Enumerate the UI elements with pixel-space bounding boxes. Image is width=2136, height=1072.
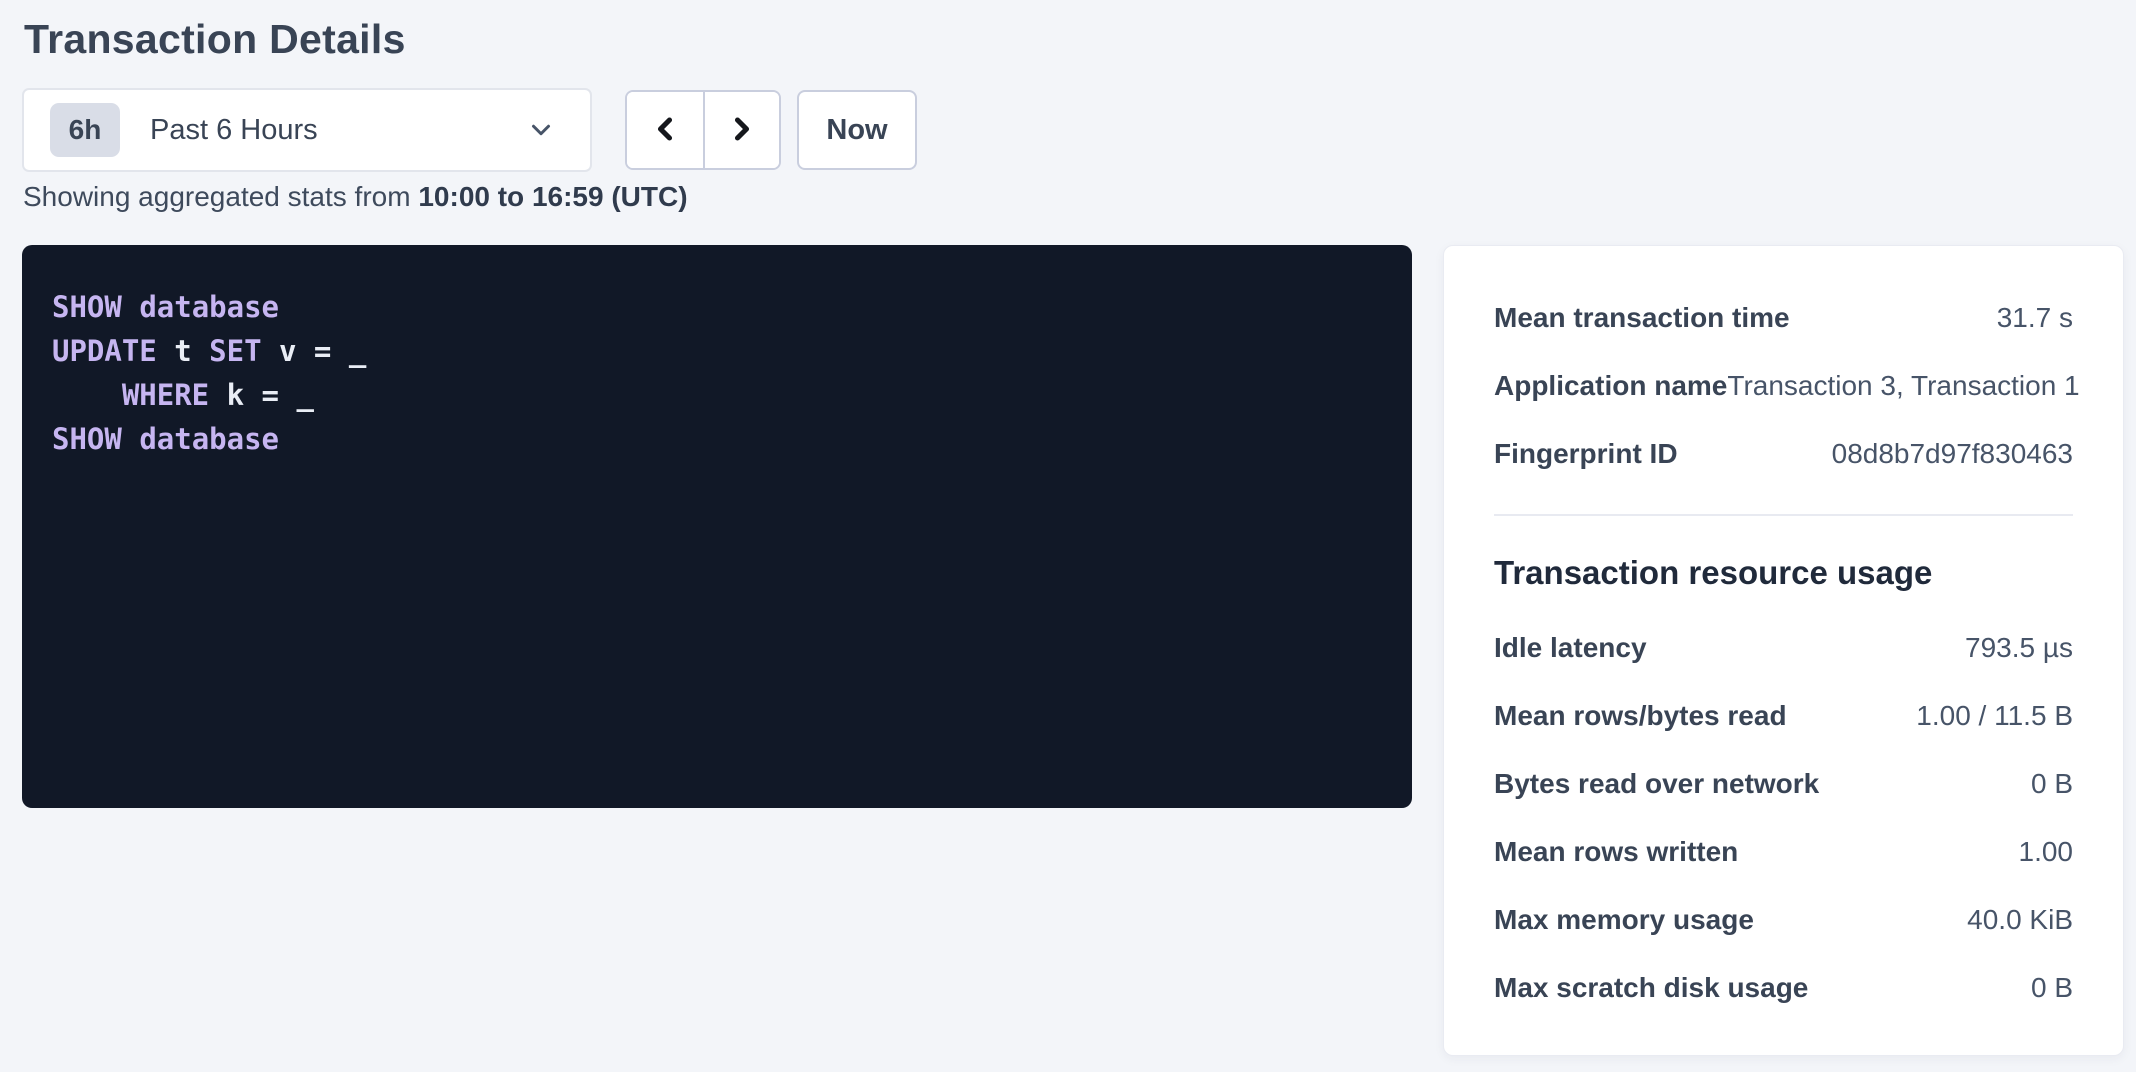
stat-value: 793.5 µs — [1965, 632, 2073, 664]
time-range-dropdown[interactable]: 6h Past 6 Hours — [22, 88, 592, 172]
sql-line: SHOW database — [52, 285, 1382, 329]
sql-code: SHOW databaseUPDATE t SET v = _ WHERE k … — [52, 285, 1382, 461]
aggregated-stats-summary: Showing aggregated stats from 10:00 to 1… — [23, 180, 688, 214]
stat-value: 0 B — [2031, 972, 2073, 1004]
chevron-down-icon — [526, 115, 556, 145]
stat-label: Fingerprint ID — [1494, 438, 1678, 470]
stat-label: Application name — [1494, 370, 1727, 402]
stat-label: Bytes read over network — [1494, 768, 1819, 800]
time-step-button-group — [625, 90, 781, 170]
time-controls: 6h Past 6 Hours Now — [22, 88, 917, 172]
stat-label: Max scratch disk usage — [1494, 972, 1808, 1004]
stat-row-application-name: Application name Transaction 3, Transact… — [1494, 352, 2073, 420]
stat-row-fingerprint-id: Fingerprint ID 08d8b7d97f830463 — [1494, 420, 2073, 488]
stat-label: Mean transaction time — [1494, 302, 1790, 334]
card-divider — [1494, 514, 2073, 516]
stat-row-max-memory-usage: Max memory usage 40.0 KiB — [1494, 886, 2073, 954]
sql-line: UPDATE t SET v = _ — [52, 329, 1382, 373]
stat-row-mean-rows-written: Mean rows written 1.00 — [1494, 818, 2073, 886]
stat-value: 1.00 — [2019, 836, 2074, 868]
transaction-stats-card: Mean transaction time 31.7 s Application… — [1443, 245, 2124, 1056]
sql-line: SHOW database — [52, 417, 1382, 461]
stat-label: Max memory usage — [1494, 904, 1754, 936]
chevron-left-icon — [647, 111, 683, 150]
chevron-right-icon — [724, 111, 760, 150]
time-range-badge: 6h — [50, 103, 120, 157]
stat-value: 40.0 KiB — [1967, 904, 2073, 936]
summary-range: 10:00 to 16:59 (UTC) — [418, 181, 687, 212]
sql-line: WHERE k = _ — [52, 373, 1382, 417]
stat-value: 08d8b7d97f830463 — [1832, 438, 2073, 470]
stat-row-mean-rows-bytes-read: Mean rows/bytes read 1.00 / 11.5 B — [1494, 682, 2073, 750]
stat-value: Transaction 3, Transaction 1 — [1727, 370, 2079, 402]
stat-value: 0 B — [2031, 768, 2073, 800]
next-timeframe-button[interactable] — [703, 92, 779, 168]
page-title: Transaction Details — [24, 14, 406, 64]
stat-label: Idle latency — [1494, 632, 1647, 664]
stat-label: Mean rows/bytes read — [1494, 700, 1787, 732]
stat-row-bytes-read-over-network: Bytes read over network 0 B — [1494, 750, 2073, 818]
stat-value: 31.7 s — [1997, 302, 2073, 334]
resource-usage-heading: Transaction resource usage — [1494, 550, 2073, 596]
now-button[interactable]: Now — [797, 90, 917, 170]
previous-timeframe-button[interactable] — [627, 92, 703, 168]
stat-row-max-scratch-disk-usage: Max scratch disk usage 0 B — [1494, 954, 2073, 1022]
transaction-sql-statement-box: SHOW databaseUPDATE t SET v = _ WHERE k … — [22, 245, 1412, 808]
stat-row-mean-transaction-time: Mean transaction time 31.7 s — [1494, 284, 2073, 352]
summary-prefix: Showing aggregated stats from — [23, 181, 418, 212]
stat-label: Mean rows written — [1494, 836, 1738, 868]
time-range-label: Past 6 Hours — [150, 114, 526, 147]
stat-row-idle-latency: Idle latency 793.5 µs — [1494, 614, 2073, 682]
stat-value: 1.00 / 11.5 B — [1916, 700, 2073, 732]
